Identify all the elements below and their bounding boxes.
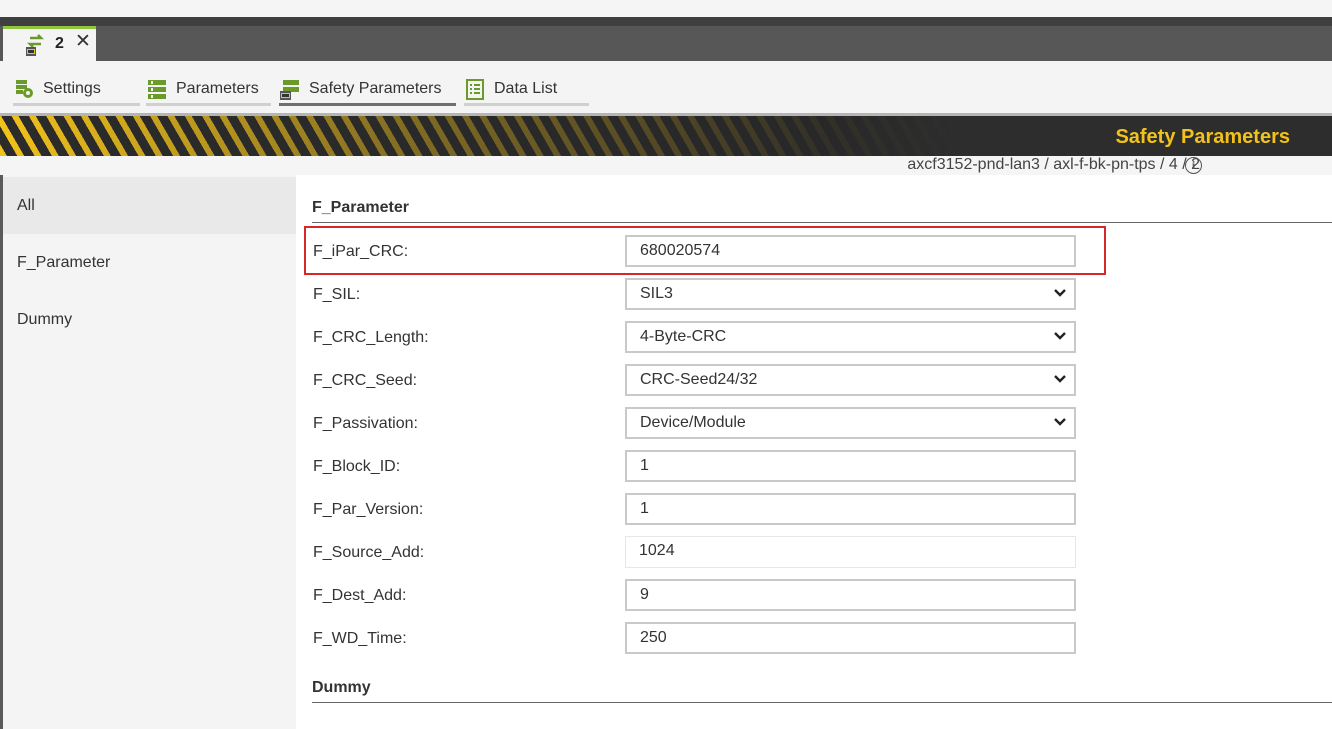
info-icon[interactable]: i [1185,157,1202,174]
tab-data-list[interactable]: Data List [464,75,589,106]
param-value: 250 [640,629,667,646]
param-value: CRC-Seed24/32 [640,371,758,388]
param-label-f-crc-seed: F_CRC_Seed: [313,372,418,389]
breadcrumb-bar: axcf3152-pnd-lan3 / axl-f-bk-pn-tps / 4 … [0,156,1332,175]
param-value: Device/Module [640,414,746,431]
param-select-f-sil[interactable]: SIL3 [625,278,1076,310]
param-select-f-passivation[interactable]: Device/Module [625,407,1076,439]
top-gap [0,0,1332,17]
document-tab[interactable]: 2 ✕ [3,26,96,61]
param-value: 9 [640,586,649,603]
document-tab-label: 2 [55,35,64,52]
safety-parameters-icon [279,78,301,100]
breadcrumb: axcf3152-pnd-lan3 / axl-f-bk-pn-tps / 4 … [907,156,1200,173]
chevron-down-icon [1054,375,1066,383]
param-input-f-block-id[interactable]: 1 [625,450,1076,482]
view-tabs: Settings Parameters Safety Parameters Da… [0,61,1332,116]
section-title-f-parameter: F_Parameter [312,199,1332,223]
parameters-icon [146,78,168,100]
param-input-f-source-add: 1024 [625,536,1076,568]
param-value: 4-Byte-CRC [640,328,727,345]
param-label-f-block-id: F_Block_ID: [313,458,401,475]
param-value: SIL3 [640,285,673,302]
chevron-down-icon [1054,418,1066,426]
tab-parameters[interactable]: Parameters [146,75,271,106]
param-value: 1 [640,457,649,474]
safety-transfer-icon [24,33,48,57]
param-select-f-crc-seed[interactable]: CRC-Seed24/32 [625,364,1076,396]
tab-settings-label: Settings [43,80,101,97]
param-label-f-dest-add: F_Dest_Add: [313,587,407,604]
param-input-f-ipar-crc[interactable]: 680020574 [625,235,1076,267]
param-value: 1024 [639,542,675,559]
parameter-panel: F_Parameter F_iPar_CRC: 680020574 F_SIL:… [296,175,1332,729]
safety-banner: Safety Parameters [0,116,1332,156]
chevron-down-icon [1054,332,1066,340]
param-label-f-sil: F_SIL: [313,286,361,303]
param-label-f-wd-time: F_WD_Time: [313,630,407,647]
param-label-f-crc-length: F_CRC_Length: [313,329,429,346]
sidebar-item-dummy[interactable]: Dummy [3,291,296,348]
param-value: 1 [640,500,649,517]
param-label-f-par-version: F_Par_Version: [313,501,424,518]
param-value: 680020574 [640,242,721,259]
param-input-f-par-version[interactable]: 1 [625,493,1076,525]
param-select-f-crc-length[interactable]: 4-Byte-CRC [625,321,1076,353]
param-label-f-passivation: F_Passivation: [313,415,418,432]
tab-data-list-label: Data List [494,80,558,97]
tab-settings[interactable]: Settings [13,75,140,106]
chevron-down-icon [1054,289,1066,297]
sidebar-item-all[interactable]: All [3,177,296,234]
document-tab-bar: 2 ✕ [0,17,1332,61]
banner-title: Safety Parameters [1115,126,1290,148]
data-list-icon [464,78,486,100]
sidebar: All F_Parameter Dummy [0,175,296,729]
param-input-f-dest-add[interactable]: 9 [625,579,1076,611]
tab-safety-parameters-label: Safety Parameters [309,80,442,97]
close-icon[interactable]: ✕ [75,32,91,51]
section-title-dummy: Dummy [312,679,1332,703]
sidebar-item-f-parameter[interactable]: F_Parameter [3,234,296,291]
settings-gear-icon [13,78,35,100]
param-input-f-wd-time[interactable]: 250 [625,622,1076,654]
tab-parameters-label: Parameters [176,80,259,97]
tab-safety-parameters[interactable]: Safety Parameters [279,75,456,106]
param-label-f-source-add: F_Source_Add: [313,544,425,561]
param-label-f-ipar-crc: F_iPar_CRC: [313,243,409,260]
